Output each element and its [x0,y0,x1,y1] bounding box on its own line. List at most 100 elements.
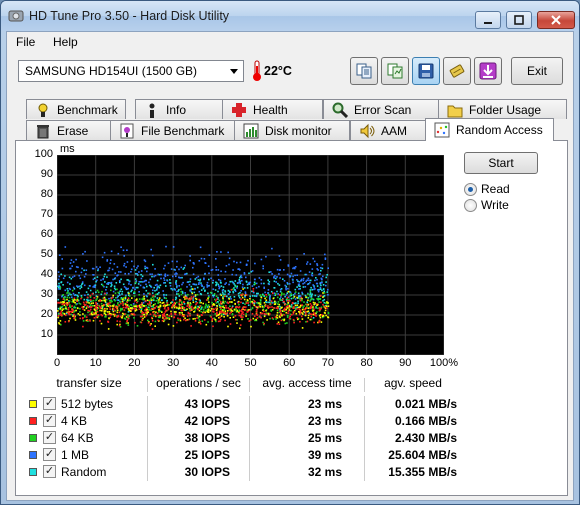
series-checkbox[interactable]: ✓ [43,431,56,444]
data-point [126,261,129,263]
series-checkbox[interactable]: ✓ [43,414,56,427]
data-point [175,311,177,313]
data-point [234,280,237,282]
write-radio[interactable]: Write [464,198,544,214]
data-point [89,313,91,316]
data-point [304,314,307,317]
data-point [57,278,60,281]
data-point [140,277,143,280]
data-point [304,286,307,288]
tab-random-access[interactable]: Random Access [425,118,554,141]
read-radio[interactable]: Read [464,182,544,198]
tab-erase[interactable]: Erase [26,120,112,140]
data-point [73,299,76,301]
data-point [85,316,88,318]
tab-error-scan[interactable]: Error Scan [323,99,439,119]
data-point [195,276,198,279]
exit-button[interactable]: Exit [511,57,563,85]
data-point [73,317,75,320]
data-point [306,305,308,308]
data-point [216,251,218,253]
data-point [184,264,186,267]
data-point [211,301,213,304]
data-point [130,310,132,312]
data-point [262,294,264,297]
data-point [242,316,244,318]
data-point [156,297,159,299]
data-point [211,317,214,320]
data-point [187,318,190,321]
data-point [109,316,112,319]
data-point [97,291,100,294]
copy-info-button[interactable] [350,57,378,85]
tab-benchmark[interactable]: Benchmark [26,99,126,119]
data-point [62,308,64,310]
data-point [287,310,290,312]
data-point [57,315,60,317]
tab-aam[interactable]: AAM [350,120,426,140]
data-point [70,313,72,316]
minimize-button[interactable] [475,11,501,29]
data-point [61,312,64,314]
disk-save-button[interactable] [412,57,440,85]
data-point [81,281,84,283]
drive-select[interactable]: SAMSUNG HD154UI (1500 GB) [18,60,244,82]
series-checkbox[interactable]: ✓ [43,397,56,410]
data-point [292,275,294,278]
data-point [275,281,277,283]
tab-health[interactable]: Health [222,99,323,119]
title-bar[interactable]: HD Tune Pro 3.50 - Hard Disk Utility [1,1,579,31]
data-point [233,299,236,301]
tab-info[interactable]: Info [135,99,224,119]
tab-file-benchmark[interactable]: File Benchmark [110,120,235,140]
data-point [175,280,178,282]
data-point [141,306,143,308]
data-point [58,284,61,287]
menu-help[interactable]: Help [53,35,78,49]
data-point [131,307,133,309]
data-point [208,278,210,281]
data-point [109,262,112,265]
data-point [84,314,86,317]
data-point [269,313,271,315]
data-point [208,272,210,275]
data-point [265,313,267,316]
data-point [268,301,270,304]
series-checkbox[interactable]: ✓ [43,465,56,478]
data-point [273,277,275,279]
data-point [252,288,255,290]
data-point [193,291,196,294]
data-point [198,260,201,262]
data-point [119,281,121,284]
data-point [178,289,180,291]
speed-value: 2.430 MB/s [394,431,457,445]
tab-disk-monitor[interactable]: Disk monitor [234,120,350,140]
data-point [57,316,59,319]
data-point [254,283,256,285]
data-point [319,281,322,284]
data-point [240,310,242,312]
close-button[interactable] [537,11,575,29]
data-point [66,304,69,307]
data-point [186,281,189,283]
data-point [310,286,312,289]
data-point [104,292,106,295]
minimize-tray-button[interactable] [474,57,502,85]
data-point [211,319,213,321]
menu-file[interactable]: File [16,35,35,49]
data-point [112,278,114,281]
data-point [146,285,148,288]
start-button[interactable]: Start [464,152,538,174]
series-checkbox[interactable]: ✓ [43,448,56,461]
maximize-button[interactable] [506,11,532,29]
data-point [79,317,81,320]
transfer-size: 64 KB [61,431,94,445]
data-point [130,313,133,315]
options-button[interactable] [443,57,471,85]
save-results-button[interactable] [381,57,409,85]
data-point [104,281,106,283]
y-tick-label: 60 [40,228,53,240]
tab-folder-usage[interactable]: Folder Usage [438,99,567,119]
data-point [207,321,209,323]
data-point [239,315,242,317]
